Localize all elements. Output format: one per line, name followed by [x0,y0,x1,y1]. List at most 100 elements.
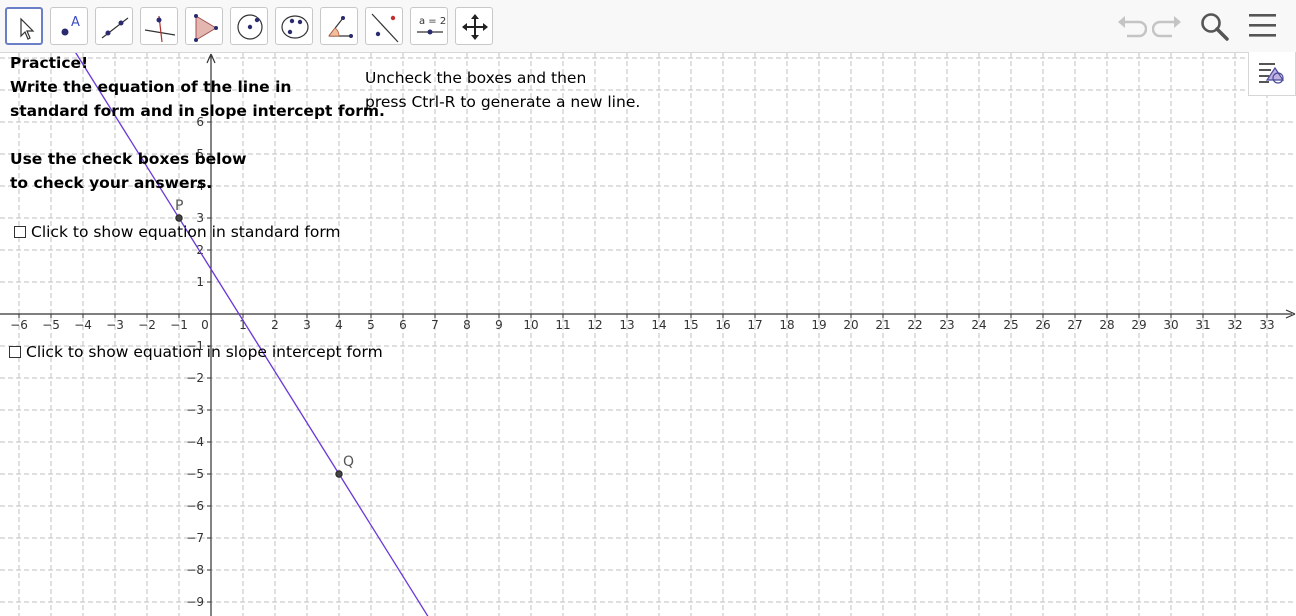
y-tick-label: 2 [196,243,204,257]
point-label-p: P [175,198,183,214]
y-tick-label: −5 [186,467,204,481]
practice-line: Use the check boxes below [10,150,247,168]
x-tick-label: 15 [683,318,698,332]
x-tick-label: 12 [587,318,602,332]
x-tick-label: 24 [971,318,986,332]
x-tick-label: −2 [138,318,156,332]
x-tick-label: 4 [335,318,343,332]
reflect-icon [371,13,399,43]
circle-icon [237,14,263,40]
x-tick-label: 17 [747,318,762,332]
x-tick-label: 7 [431,318,439,332]
x-tick-label: 8 [463,318,471,332]
x-tick-label: 30 [1163,318,1178,332]
slider-tool-label: a = 2 [419,16,446,27]
x-tick-label: 6 [399,318,407,332]
x-tick-label: 33 [1259,318,1274,332]
y-tick-label: −2 [186,371,204,385]
conic-tool[interactable] [275,7,313,45]
slider-icon: a = 2 [417,16,446,35]
instructions-text: Uncheck the boxes and then press Ctrl-R … [365,66,640,114]
x-tick-label: 2 [271,318,279,332]
x-tick-label: 29 [1131,318,1146,332]
checkbox-slope-intercept-form[interactable]: Click to show equation in slope intercep… [9,343,383,361]
y-tick-label: −4 [186,435,204,449]
x-tick-label: 11 [555,318,570,332]
point-tool[interactable]: A [50,7,88,45]
style-bar-toggle[interactable] [1248,52,1296,96]
x-tick-label: 21 [875,318,890,332]
checkbox-label: Click to show equation in slope intercep… [26,343,383,361]
x-tick-label: −6 [10,318,28,332]
point-q[interactable] [335,470,343,478]
point-p[interactable] [175,214,183,222]
practice-text: Practice! Write the equation of the line… [10,51,385,195]
practice-line [10,123,385,147]
y-tick-label: −7 [186,531,204,545]
checkbox-box[interactable] [14,226,26,238]
point-label-q: Q [343,454,354,470]
x-tick-label: 31 [1195,318,1210,332]
undo-icon[interactable] [1115,10,1147,42]
line-icon [101,17,129,39]
x-tick-label: 27 [1067,318,1082,332]
checkbox-box[interactable] [9,346,21,358]
x-tick-label: −1 [170,318,188,332]
point-tool-label: A [71,15,80,30]
y-tick-label: −8 [186,563,204,577]
x-tick-label: 19 [811,318,826,332]
reflect-tool[interactable] [365,7,403,45]
checkbox-label: Click to show equation in standard form [31,223,341,241]
move-arrows-icon [462,14,488,40]
x-tick-label: 32 [1227,318,1242,332]
y-tick-label: −3 [186,403,204,417]
redo-icon[interactable] [1152,10,1184,42]
x-tick-label: 23 [939,318,954,332]
practice-line: Practice! [10,54,89,72]
move-tool[interactable] [5,7,43,45]
toolbar: A a = 2 [0,0,1296,53]
x-tick-label: 20 [843,318,858,332]
menu-icon[interactable] [1247,10,1279,42]
ellipse-icon [281,15,309,39]
x-tick-label: 25 [1003,318,1018,332]
x-tick-label: 10 [523,318,538,332]
point-icon: A [61,15,80,36]
x-tick-label: 13 [619,318,634,332]
x-tick-label: 16 [715,318,730,332]
x-tick-label: −3 [106,318,124,332]
x-tick-label: 3 [303,318,311,332]
arrow-cursor-icon [20,17,35,40]
instructions-line: Uncheck the boxes and then [365,69,587,87]
x-tick-label: 26 [1035,318,1050,332]
x-tick-label: 22 [907,318,922,332]
x-tick-label: 0 [201,318,209,332]
practice-line: Write the equation of the line in [10,78,292,96]
y-tick-label: 1 [196,275,204,289]
x-tick-label: 9 [495,318,503,332]
line-tool[interactable] [95,7,133,45]
perpendicular-tool[interactable] [140,7,178,45]
instructions-line: press Ctrl-R to generate a new line. [365,93,641,111]
perpendicular-icon [144,15,176,43]
x-tick-label: 18 [779,318,794,332]
practice-line: to check your answers. [10,174,213,192]
x-tick-label: −5 [42,318,60,332]
x-tick-label: 14 [651,318,666,332]
angle-icon [328,16,353,38]
x-tick-label: 5 [367,318,375,332]
move-graphics-tool[interactable] [455,7,493,45]
polygon-icon [194,14,218,42]
x-tick-label: −4 [74,318,92,332]
checkbox-standard-form[interactable]: Click to show equation in standard form [14,223,341,241]
practice-line: standard form and in slope intercept for… [10,102,385,120]
y-tick-label: −6 [186,499,204,513]
search-icon[interactable] [1198,10,1230,42]
y-tick-label: −9 [186,595,204,609]
style-bar-icon [1259,63,1285,84]
slider-tool[interactable]: a = 2 [410,7,448,45]
circle-tool[interactable] [230,7,268,45]
x-tick-label: 28 [1099,318,1114,332]
polygon-tool[interactable] [185,7,223,45]
angle-tool[interactable] [320,7,358,45]
